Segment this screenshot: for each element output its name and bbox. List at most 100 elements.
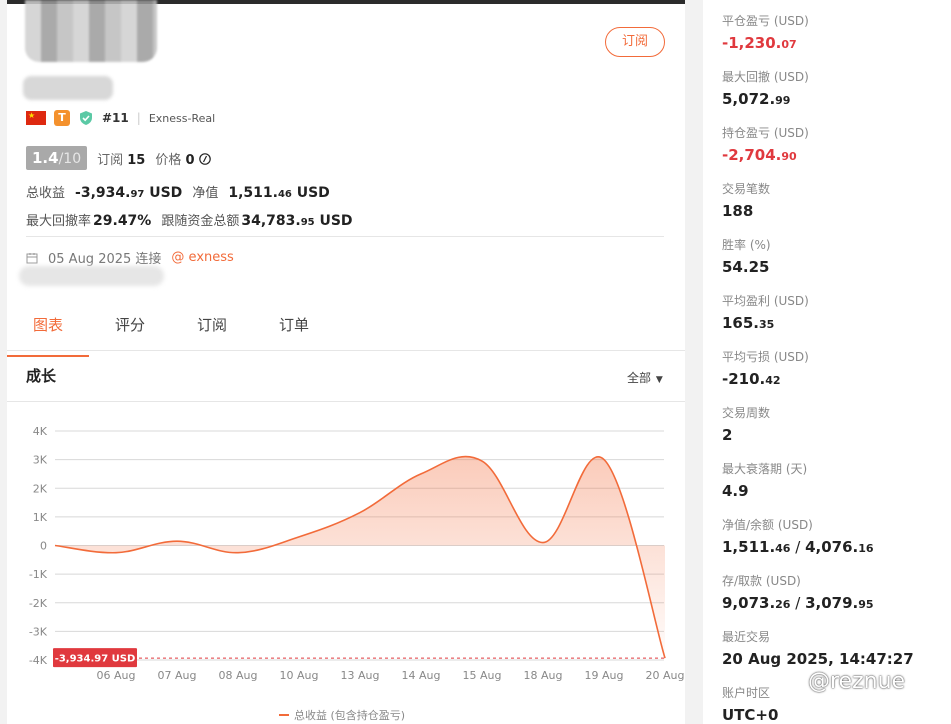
stat-label: 平仓盈亏 (USD) (722, 14, 809, 28)
tab-chart[interactable]: 图表 (7, 306, 89, 357)
stat-label: 平均盈利 (USD) (722, 294, 809, 308)
y-tick-label: -3K (29, 625, 48, 638)
broker-name: Exness-Real (148, 111, 216, 125)
drawdown-funds-line: 最大回撤率 29.47% 跟随资金总额 34,783.95 USD (26, 210, 353, 229)
verified-shield-icon (80, 111, 92, 125)
chart-title: 成长 (26, 367, 57, 385)
stat-label: 最大衰落期 (天) (722, 462, 808, 476)
stat-label: 最近交易 (722, 630, 771, 644)
legend-label: 总收益 (包含持仓盈亏) (294, 708, 405, 722)
price: 价格 0 (155, 149, 211, 168)
stat-value: 2 (722, 426, 733, 444)
stats-panel: 平仓盈亏 (USD) -1,230.07 最大回撤 (USD) 5,072.99 持仓盈… (703, 0, 951, 724)
y-tick-label: 3K (33, 454, 48, 467)
stat-value: -2,704.90 (722, 146, 797, 164)
stat-value: 4.9 (722, 482, 749, 500)
x-tick-label: 19 Aug (585, 669, 624, 682)
stat-item: 最大回撤 (USD) 5,072.99 (722, 68, 809, 108)
x-tick-label: 07 Aug (158, 669, 197, 682)
connected-date: 05 Aug 2025 连接 (48, 252, 162, 267)
equity-value: 1,511.46 USD (228, 185, 330, 201)
stat-item: 平均亏损 (USD) -210.42 (722, 348, 809, 388)
x-tick-label: 06 Aug (97, 669, 136, 682)
range-dropdown[interactable]: 全部 ▼ (627, 369, 663, 386)
stat-label: 存/取款 (USD) (722, 574, 801, 588)
stat-value: UTC+0 (722, 706, 779, 724)
x-tick-label: 08 Aug (219, 669, 258, 682)
avatar (25, 0, 157, 62)
equity-label: 净值 (192, 186, 219, 201)
stat-item: 净值/余额 (USD) 1,511.46 / 4,076.16 (722, 516, 874, 556)
stat-label: 交易周数 (722, 406, 771, 420)
tab-rating[interactable]: 评分 (89, 306, 171, 350)
score-row: 1.4/10 订阅 15 价格 0 (26, 146, 211, 170)
x-tick-label: 14 Aug (402, 669, 441, 682)
currency-icon (198, 152, 211, 165)
chart-header: 成长 全部 ▼ (7, 351, 685, 402)
stat-value: 188 (722, 202, 754, 220)
tab-subscription[interactable]: 订阅 (171, 306, 253, 350)
stat-value: -210.42 (722, 370, 781, 388)
stat-label: 账户时区 (722, 686, 771, 700)
last-value-tag: -3,934.97 USD (53, 648, 137, 668)
blurred-info (19, 266, 164, 286)
stat-value: 5,072.99 (722, 90, 791, 108)
connection-info: 05 Aug 2025 连接 @ exness (26, 248, 234, 267)
t-badge-icon: T (54, 110, 70, 126)
stat-label: 交易笔数 (722, 182, 771, 196)
max-drawdown-value: 29.47% (93, 213, 152, 229)
caret-down-icon: ▼ (653, 375, 663, 385)
stat-item: 最近交易 20 Aug 2025, 14:47:27 (722, 628, 914, 668)
divider: | (136, 111, 141, 125)
stat-value: 9,073.26 / 3,079.95 (722, 594, 874, 612)
y-axis: 4K 3K 2K 1K 0 -1K -2K -3K -4K (29, 425, 48, 667)
x-tick-label: 10 Aug (280, 669, 319, 682)
subscriptions: 订阅 15 (97, 152, 146, 168)
watermark: @reznue (808, 669, 906, 694)
stat-item: 胜率 (%) 54.25 (722, 236, 771, 276)
stat-item: 存/取款 (USD) 9,073.26 / 3,079.95 (722, 572, 874, 612)
x-axis: 06 Aug 07 Aug 08 Aug 10 Aug 13 Aug 14 Aug 15 A… (97, 669, 685, 682)
max-drawdown-label: 最大回撤率 (26, 214, 92, 229)
stat-value: -1,230.07 (722, 34, 797, 52)
x-tick-label: 20 Aug (646, 669, 685, 682)
stat-label: 净值/余额 (USD) (722, 518, 813, 532)
calendar-icon (26, 252, 38, 263)
stat-label: 持仓盈亏 (USD) (722, 126, 809, 140)
rank: #11 (102, 111, 129, 125)
stat-item: 平均盈利 (USD) 165.35 (722, 292, 809, 332)
y-tick-label: 4K (33, 425, 48, 438)
growth-area (55, 456, 665, 659)
profit-equity-line: 总收益 -3,934.97 USD 净值 1,511.46 USD (26, 182, 330, 201)
stat-label: 平均亏损 (USD) (722, 350, 809, 364)
divider (26, 236, 664, 237)
stat-item: 交易周数 2 (722, 404, 770, 444)
stat-item: 最大衰落期 (天) 4.9 (722, 460, 807, 500)
follow-funds-label: 跟随资金总额 (161, 214, 240, 229)
last-value-label: -3,934.97 USD (55, 654, 136, 665)
trader-panel: 订阅 T #11 | Exness-Real 1.4/10 订阅 15 价格 0… (7, 0, 685, 724)
x-tick-label: 15 Aug (463, 669, 502, 682)
y-tick-label: -4K (29, 654, 48, 667)
tab-orders[interactable]: 订单 (253, 306, 335, 350)
follow-funds-value: 34,783.95 USD (241, 213, 353, 229)
growth-line (54, 455, 666, 659)
y-tick-label: -1K (29, 568, 48, 581)
stat-label: 胜率 (%) (722, 238, 771, 252)
china-flag-icon (26, 111, 46, 125)
stat-value: 1,511.46 / 4,076.16 (722, 538, 874, 556)
chart-legend: 总收益 (包含持仓盈亏) (279, 708, 405, 722)
total-profit-value: -3,934.97 USD (75, 185, 183, 201)
y-tick-label: 1K (33, 511, 48, 524)
total-profit-label: 总收益 (26, 186, 66, 201)
trader-name-blurred (23, 76, 113, 100)
stat-label: 最大回撤 (USD) (722, 70, 809, 84)
stat-value: 165.35 (722, 314, 775, 332)
broker-link[interactable]: @ exness (171, 250, 233, 265)
subscribe-button[interactable]: 订阅 (605, 27, 665, 57)
badge-row: T #11 | Exness-Real (26, 109, 215, 127)
y-tick-label: -2K (29, 597, 48, 610)
stat-value: 54.25 (722, 258, 770, 276)
stat-item: 平仓盈亏 (USD) -1,230.07 (722, 12, 809, 52)
tab-bar: 图表 评分 订阅 订单 (7, 306, 685, 357)
